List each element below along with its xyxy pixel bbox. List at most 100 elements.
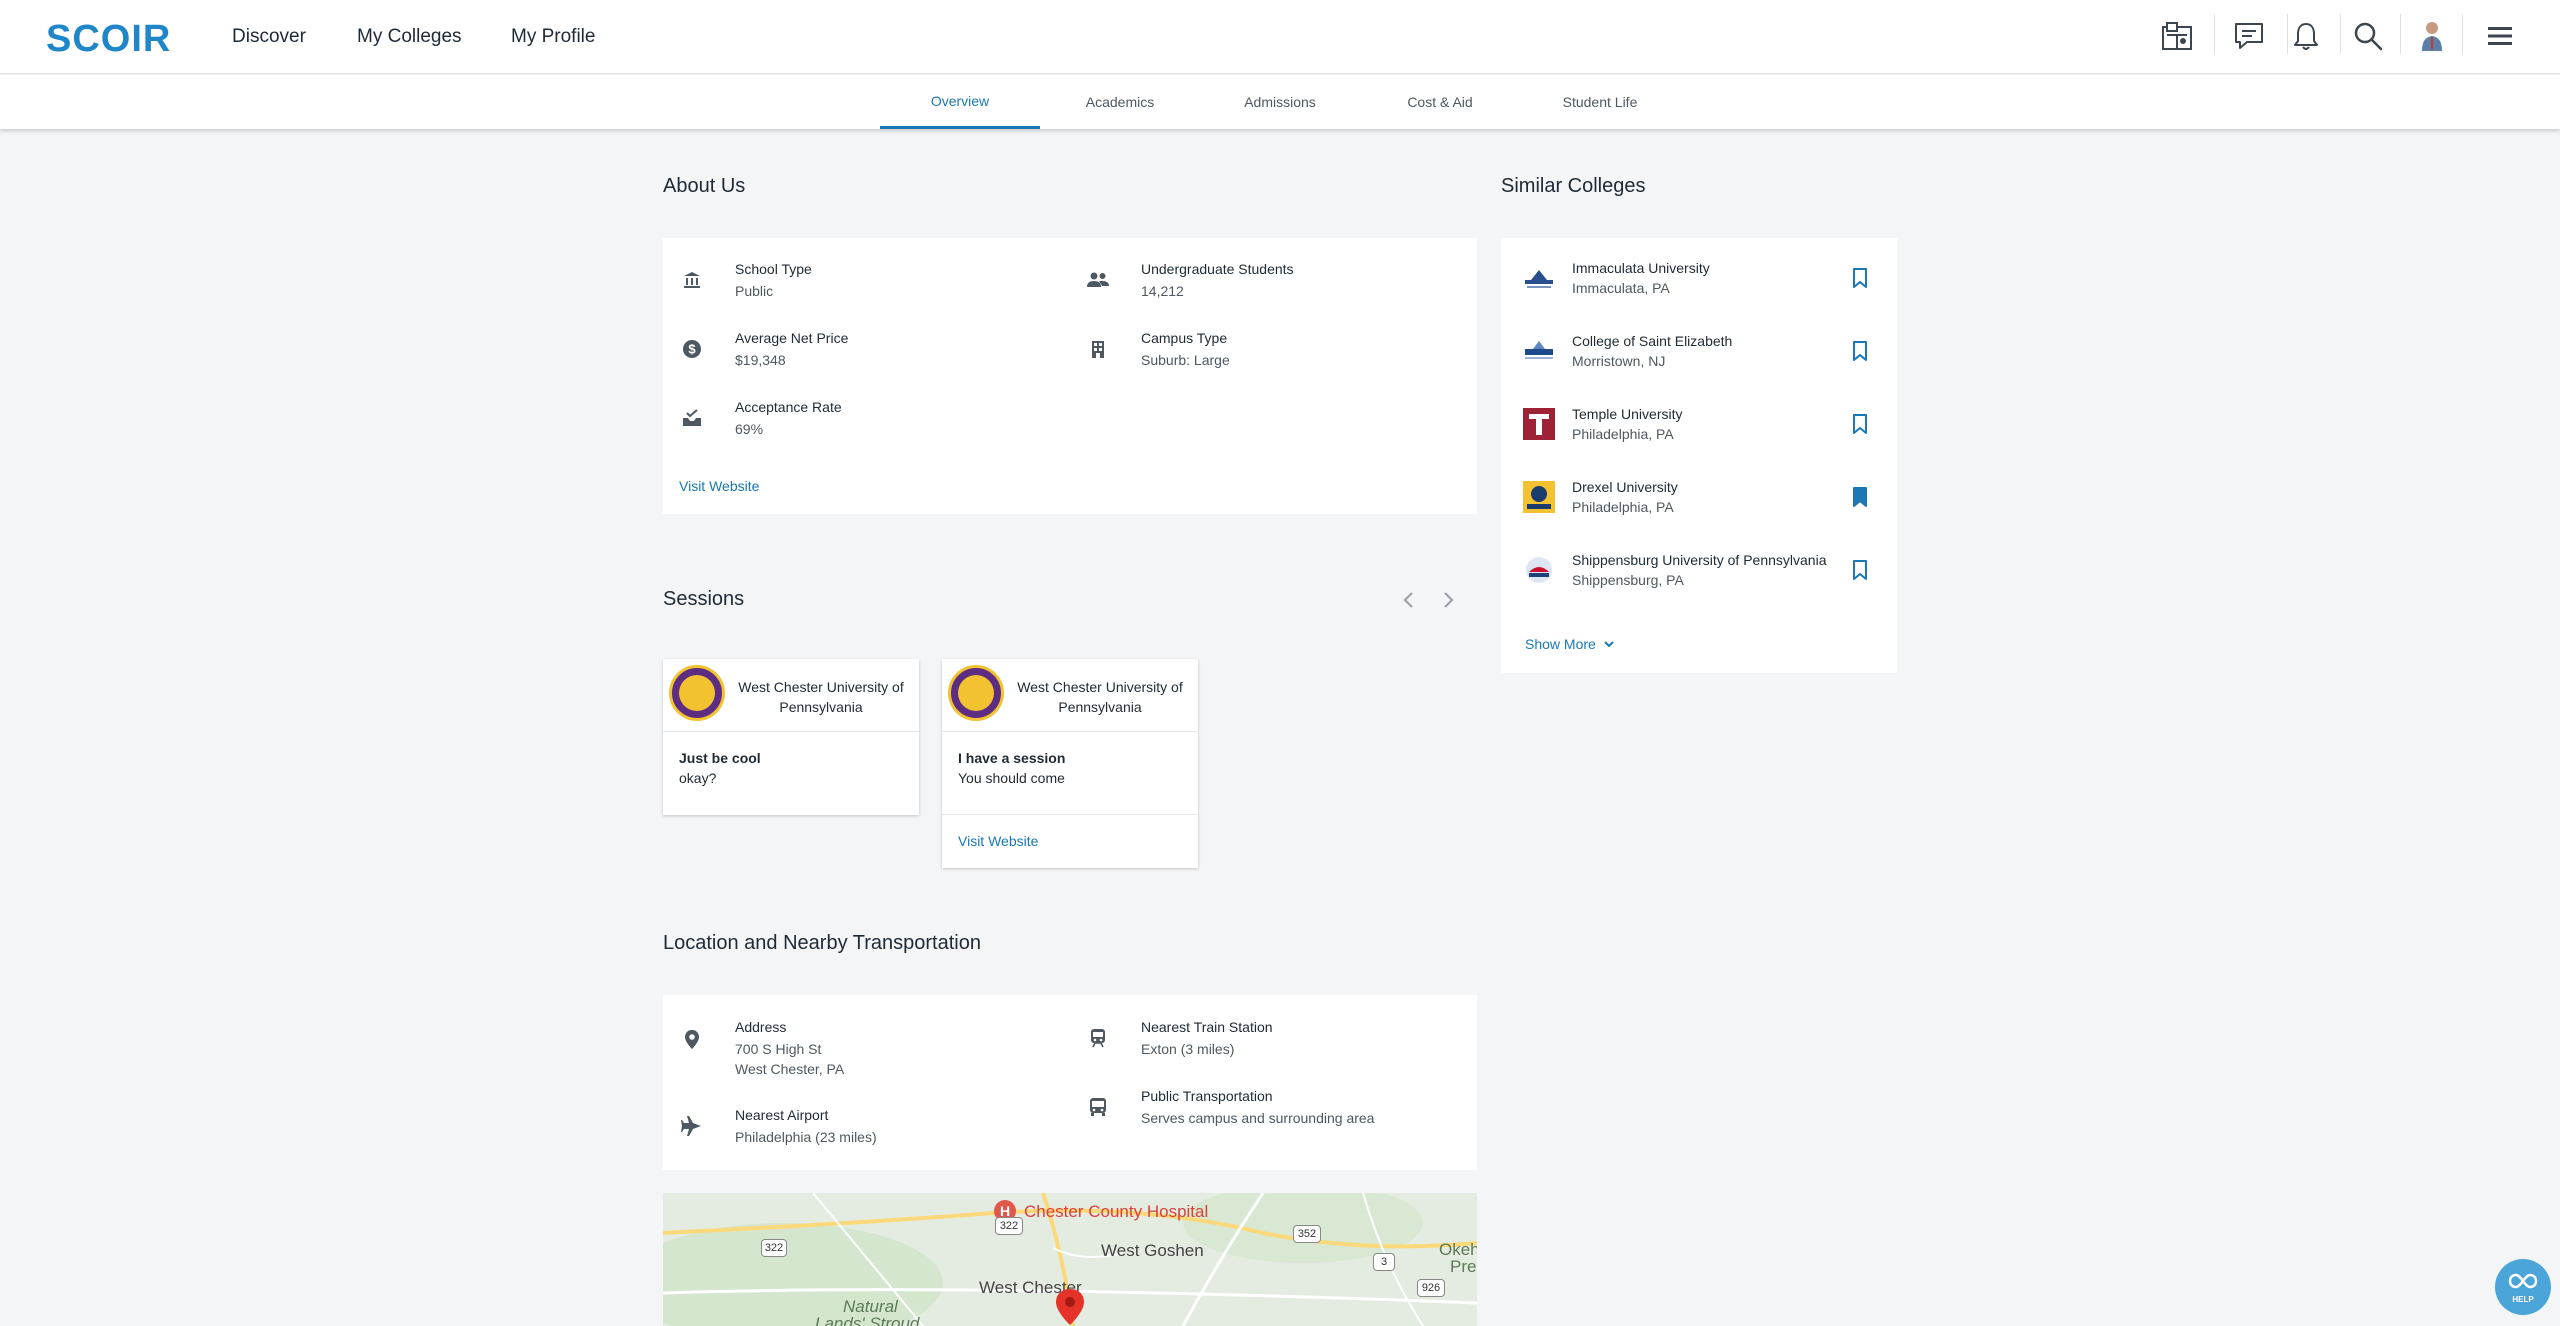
inbox-check-icon — [679, 405, 705, 431]
bookmark-outline-icon[interactable] — [1849, 339, 1871, 363]
similar-colleges-card: Immaculata University Immaculata, PA Col… — [1501, 238, 1897, 673]
session-university-name: West Chester University of Pennsylvania — [738, 679, 904, 715]
similar-college-name[interactable]: Drexel University — [1572, 479, 1678, 495]
similar-college-location: Philadelphia, PA — [1572, 426, 1674, 442]
fact-value: West Chester, PA — [735, 1061, 845, 1077]
fact-value: $19,348 — [735, 352, 786, 368]
temple-t-logo — [1523, 408, 1555, 440]
location-title: Location and Nearby Transportation — [663, 932, 981, 954]
sessions-title: Sessions — [663, 588, 745, 610]
similar-colleges-title: Similar Colleges — [1501, 175, 1646, 197]
infinity-help-icon — [2508, 1273, 2538, 1288]
airplane-icon — [679, 1113, 705, 1139]
show-more-label: Show More — [1525, 636, 1596, 652]
session-university-name: West Chester University of Pennsylvania — [1017, 679, 1183, 715]
location-card: Address 700 S High St West Chester, PA N… — [663, 995, 1477, 1170]
nav-discover[interactable]: Discover — [232, 26, 306, 48]
location-pin-icon — [679, 1027, 705, 1053]
fact-value: Suburb: Large — [1141, 352, 1230, 368]
university-seal-logo — [948, 665, 1004, 721]
similar-college-location: Morristown, NJ — [1572, 353, 1666, 369]
similar-college-item[interactable]: Drexel University Philadelphia, PA — [1501, 463, 1897, 536]
fact-value: Exton (3 miles) — [1141, 1041, 1235, 1057]
similar-college-item[interactable]: Shippensburg University of Pennsylvania … — [1501, 536, 1897, 609]
similar-college-location: Immaculata, PA — [1572, 280, 1670, 296]
help-button[interactable]: HELP — [2495, 1259, 2551, 1315]
sessions-next-chevron-icon[interactable] — [1436, 588, 1460, 612]
similar-college-item[interactable]: Immaculata University Immaculata, PA — [1501, 244, 1897, 317]
sessions-prev-chevron-icon[interactable] — [1397, 588, 1421, 612]
tab-academics[interactable]: Academics — [1040, 75, 1200, 129]
chevron-down-icon — [1604, 641, 1614, 648]
drexel-logo — [1523, 481, 1555, 513]
user-avatar[interactable] — [2412, 16, 2452, 56]
visit-website-link[interactable]: Visit Website — [679, 478, 759, 494]
messages-icon[interactable] — [2229, 16, 2269, 56]
fact-value: 14,212 — [1141, 283, 1184, 299]
bookmark-outline-icon[interactable] — [1849, 266, 1871, 290]
location-map[interactable]: H Chester County Hospital West Goshen We… — [663, 1193, 1477, 1326]
similar-college-location: Philadelphia, PA — [1572, 499, 1674, 515]
nav-my-colleges[interactable]: My Colleges — [357, 26, 462, 48]
menu-icon[interactable] — [2480, 16, 2520, 56]
fact-label: School Type — [735, 261, 812, 277]
fact-value: Serves campus and surrounding area — [1141, 1110, 1375, 1126]
session-title: Just be cool — [679, 750, 761, 766]
search-icon[interactable] — [2348, 16, 2388, 56]
scoir-logo[interactable]: SCOIR — [46, 18, 171, 61]
route-shield-icon: 322 — [761, 1239, 787, 1257]
route-shield-icon: 926 — [1417, 1279, 1445, 1297]
similar-college-name[interactable]: Temple University — [1572, 406, 1682, 422]
dollar-icon: $ — [679, 336, 705, 362]
show-more-button[interactable]: Show More — [1525, 636, 1616, 652]
session-description: You should come — [958, 770, 1065, 786]
route-shield-icon: 322 — [995, 1217, 1023, 1235]
svg-text:$: $ — [688, 342, 696, 357]
map-pin-icon[interactable] — [1052, 1287, 1088, 1326]
map-label-west-goshen: West Goshen — [1101, 1241, 1204, 1260]
saint-elizabeth-logo — [1525, 341, 1553, 359]
session-visit-website-link[interactable]: Visit Website — [958, 833, 1038, 849]
similar-college-location: Shippensburg, PA — [1572, 572, 1684, 588]
tab-student-life[interactable]: Student Life — [1520, 75, 1680, 129]
route-shield-icon: 3 — [1373, 1253, 1395, 1271]
notifications-bell-icon[interactable] — [2286, 16, 2326, 56]
session-card-header: West Chester University of Pennsylvania — [942, 659, 1198, 732]
session-card[interactable]: West Chester University of Pennsylvania … — [663, 659, 919, 815]
similar-college-name[interactable]: Shippensburg University of Pennsylvania — [1572, 552, 1826, 568]
fact-label: Nearest Train Station — [1141, 1019, 1273, 1035]
bookmark-outline-icon[interactable] — [1849, 412, 1871, 436]
similar-college-name[interactable]: College of Saint Elizabeth — [1572, 333, 1732, 349]
session-card-header: West Chester University of Pennsylvania — [663, 659, 919, 732]
bookmark-filled-icon[interactable] — [1849, 485, 1871, 509]
college-map-icon[interactable] — [2157, 16, 2197, 56]
tab-cost-aid[interactable]: Cost & Aid — [1360, 75, 1520, 129]
bookmark-outline-icon[interactable] — [1849, 558, 1871, 582]
fact-label: Nearest Airport — [735, 1107, 829, 1123]
similar-college-item[interactable]: College of Saint Elizabeth Morristown, N… — [1501, 317, 1897, 390]
session-title: I have a session — [958, 750, 1066, 766]
college-tabs: Overview Academics Admissions Cost & Aid… — [0, 75, 2560, 129]
building-icon — [1085, 336, 1111, 362]
fact-label: Address — [735, 1019, 787, 1035]
session-description: okay? — [679, 770, 717, 786]
tab-admissions[interactable]: Admissions — [1200, 75, 1360, 129]
about-us-title: About Us — [663, 175, 746, 197]
map-label-lands-stroud: Lands' Stroud — [815, 1314, 920, 1326]
fact-label: Average Net Price — [735, 330, 849, 346]
nav-my-profile[interactable]: My Profile — [511, 26, 595, 48]
bus-icon — [1085, 1094, 1111, 1120]
immaculata-logo — [1525, 270, 1553, 288]
fact-value: Public — [735, 283, 774, 299]
people-icon — [1085, 267, 1111, 293]
session-card[interactable]: West Chester University of Pennsylvania … — [942, 659, 1198, 868]
fact-value: 700 S High St — [735, 1041, 822, 1057]
shippensburg-logo — [1526, 557, 1552, 583]
map-label-pre: Pre — [1450, 1257, 1477, 1276]
similar-college-item[interactable]: Temple University Philadelphia, PA — [1501, 390, 1897, 463]
tab-overview[interactable]: Overview — [880, 75, 1040, 129]
fact-value: 69% — [735, 421, 764, 437]
map-label-hospital: Chester County Hospital — [1024, 1202, 1209, 1221]
help-label: HELP — [2512, 1294, 2534, 1304]
similar-college-name[interactable]: Immaculata University — [1572, 260, 1710, 276]
